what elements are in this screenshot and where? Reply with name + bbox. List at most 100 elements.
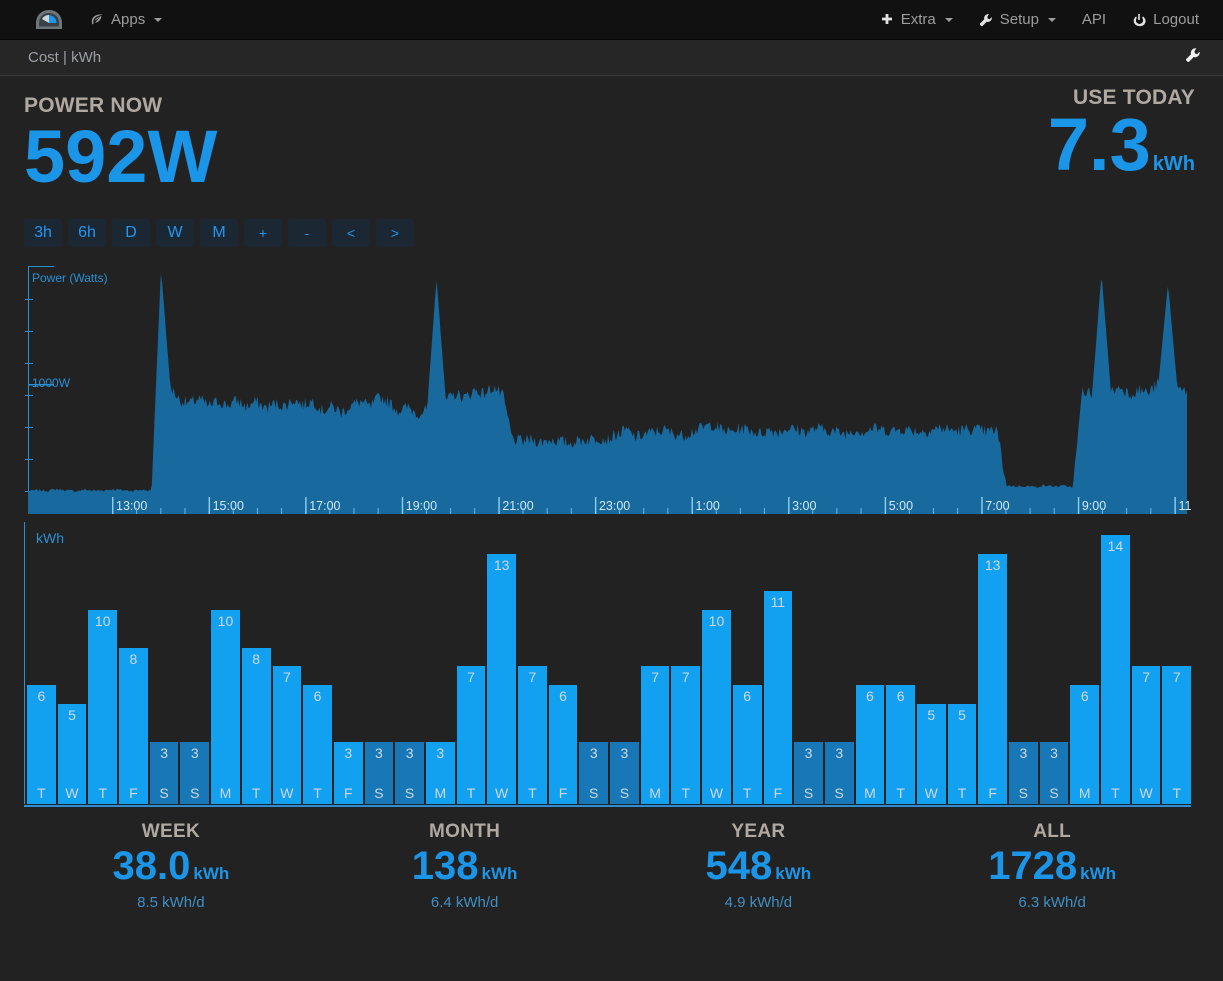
bar-value-label: 3 [375,744,383,761]
bar-chart-bar[interactable]: 5W [916,704,946,804]
bar-value-label: 7 [1172,669,1181,686]
bar-chart-bar[interactable]: 7W [1131,666,1161,804]
nav-item-logout-label: Logout [1153,11,1199,28]
summary-cell-all: ALL 1728 kWh 6.3 kWh/d [905,821,1199,911]
summary-label: WEEK [141,821,200,842]
bar-day-label: T [528,785,537,801]
wrench-icon [1185,47,1201,68]
bar-value-label: 3 [160,744,168,761]
bar-chart-bar[interactable]: 3S [824,741,854,804]
leaf-icon [90,13,104,27]
top-navbar: Apps Extra Setup API Logout [0,0,1223,40]
bar-chart-bar[interactable]: 3S [149,741,179,804]
bar-day-label: S [1018,785,1029,801]
bar-chart-bar[interactable]: 8T [241,647,271,804]
bar-day-label: M [219,785,232,801]
bar-value-label: 3 [405,744,414,761]
bar-value-label: 10 [217,613,234,629]
zoom-in-button[interactable]: + [244,219,282,247]
bar-day-label: M [1078,785,1091,801]
bar-chart-bar[interactable]: 3S [579,741,609,804]
bar-chart-bar[interactable]: 10 T [88,610,118,804]
bar-chart-bar[interactable]: 3S [794,741,823,804]
summary-rate: 4.9 kWh/d [724,894,793,911]
bar-chart-bar[interactable]: 3S [364,741,394,804]
pan-left-button[interactable]: < [332,219,370,247]
bar-day-label: T [681,785,691,801]
gauge-logo-icon[interactable] [34,7,64,33]
bar-chart-bar[interactable]: 14 T [1101,534,1130,804]
bar-chart-bar[interactable]: 3S [610,741,639,804]
bar-chart-bar[interactable]: 6M [855,685,885,804]
bar-day-label: F [129,785,138,801]
bar-chart-bar[interactable]: 7M [640,666,670,804]
summary-value: 1728 [988,844,1078,888]
pan-right-button[interactable]: > [376,219,414,247]
bar-chart-y-axis [24,522,25,804]
bar-chart-bar[interactable]: 6T [27,685,56,804]
use-today-unit: kWh [1152,153,1195,175]
bar-value-label: 7 [282,669,291,686]
range-button-week[interactable]: W [156,219,194,247]
svg-text:13:00: 13:00 [116,499,147,513]
summary-value-row: 138 kWh [318,846,612,886]
bar-chart-bar[interactable]: 6M [1070,685,1100,804]
range-button-3h[interactable]: 3h [24,219,62,247]
bar-value-label: 3 [1050,744,1058,761]
nav-item-setup[interactable]: Setup [979,12,1056,27]
svg-text:15:00: 15:00 [213,499,244,513]
bar-chart-bar[interactable]: 3S [1039,741,1069,804]
bar-value-label: 7 [681,669,690,686]
nav-item-extra[interactable]: Extra [880,12,953,27]
bar-chart-bar[interactable]: 7T [456,666,486,804]
bar-value-label: 14 [1107,537,1124,554]
summary-cell-month: MONTH 138 kWh 6.4 kWh/d [318,821,612,911]
bar-day-label: W [65,785,79,801]
nav-item-apps[interactable]: Apps [90,12,163,27]
bar-chart-bar[interactable]: 10 M [211,610,240,804]
use-today-value: 7.3 [1047,103,1151,186]
bar-day-label: F [988,785,997,801]
range-button-month[interactable]: M [200,219,238,247]
bar-chart-bar[interactable]: 8F [119,647,148,804]
bar-chart-bar[interactable]: 3M [425,741,455,804]
page-subheader: Cost | kWh [0,40,1223,76]
bar-chart-bar[interactable]: 10 W [702,610,731,804]
bar-chart-bar[interactable]: 6F [548,685,578,804]
bar-chart-bar[interactable]: 7W [272,666,302,804]
bar-value-label: 5 [68,707,76,723]
bar-day-label: T [1172,785,1182,801]
kwh-bar-chart[interactable]: kWh 6 T 5 W 10 T 8 F 3 S 3 S 10 M 8 T 7 W 6 T 3 F 3 S 3 S 3 M 7 T 13 W 7… [24,522,1192,807]
bar-chart-bars: 6 T 5 W 10 T 8 F 3 S 3 S 10 M 8 T 7 W 6 T 3 F 3 S 3 S 3 M 7 T 13 W 7 T 6 F 3… [27,522,1192,804]
bar-chart-bar[interactable]: 7T [1162,666,1192,804]
bar-chart-bar[interactable]: 7T [518,666,547,804]
bar-chart-bar[interactable]: 5T [947,704,977,804]
bar-chart-bar[interactable]: 6T [886,685,915,804]
range-button-6h[interactable]: 6h [68,219,106,247]
bar-chart-bar[interactable]: 6T [303,685,332,804]
bar-chart-bar[interactable]: 7T [671,666,701,804]
bar-day-label: W [924,785,938,801]
zoom-out-button[interactable]: - [288,219,326,247]
nav-item-logout[interactable]: Logout [1132,12,1199,27]
bar-day-label: T [742,785,752,801]
summary-value-row: 548 kWh [612,846,906,886]
bar-chart-bar[interactable]: 6T [732,685,762,804]
range-button-day[interactable]: D [112,219,150,247]
bar-chart-bar[interactable]: 3S [180,741,210,804]
nav-item-api[interactable]: API [1082,12,1106,27]
bar-chart-bar[interactable]: 13 F [978,553,1007,804]
settings-wrench-button[interactable] [1185,47,1201,68]
power-area-chart[interactable]: Power (Watts) 1000W 13:00 15:00 17:00 19:00… [24,261,1191,514]
bar-day-label: T [896,785,905,801]
bar-chart-bar[interactable]: 5W [57,704,87,804]
bar-chart-bar[interactable]: 3F [333,741,363,804]
bar-chart-bar[interactable]: 13 W [487,553,516,804]
navbar-right-group: Extra Setup API Logout [880,12,1223,27]
bar-day-label: S [159,785,169,801]
bar-chart-bar[interactable]: 3S [1009,741,1038,804]
hero-stats: POWER NOW 592W USE TODAY 7.3 kWh [0,76,1223,211]
bar-chart-bar[interactable]: 3S [395,741,424,804]
bar-value-label: 6 [866,688,874,705]
bar-chart-bar[interactable]: 11 F [763,591,793,804]
